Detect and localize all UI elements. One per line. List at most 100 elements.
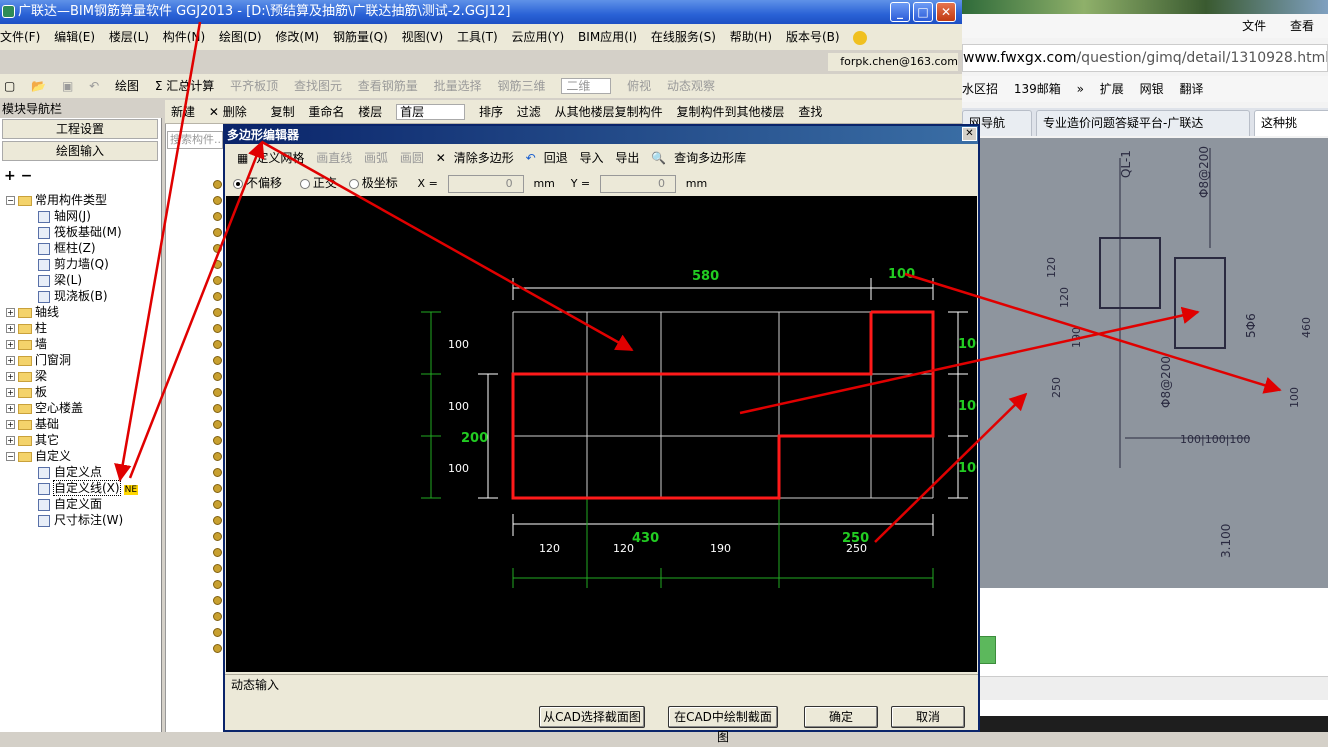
save-icon[interactable]: ▣ bbox=[62, 79, 73, 93]
rebar-3d-button[interactable]: 钢筋三维 bbox=[497, 79, 545, 93]
component-gear-icon[interactable] bbox=[213, 180, 222, 189]
select-from-cad-button[interactable]: 从CAD选择截面图 bbox=[539, 706, 645, 728]
component-gear-icon[interactable] bbox=[213, 628, 222, 637]
tree-item[interactable]: 剪力墙(Q) bbox=[38, 256, 109, 272]
menu-help[interactable]: 帮助(H) bbox=[730, 30, 772, 44]
component-gear-icon[interactable] bbox=[213, 228, 222, 237]
component-gear-icon[interactable] bbox=[213, 420, 222, 429]
expand-icon[interactable]: + bbox=[6, 308, 15, 317]
collapse-icon[interactable]: − bbox=[6, 196, 15, 205]
dynamic-view-button[interactable]: 动态观察 bbox=[667, 79, 715, 93]
tree-item[interactable]: − 自定义 bbox=[6, 448, 71, 464]
tree-item[interactable]: + 轴线 bbox=[6, 304, 59, 320]
browser-tab-2[interactable]: 专业造价问题答疑平台-广联达 bbox=[1036, 110, 1250, 136]
copy-button[interactable]: 复制 bbox=[271, 105, 295, 119]
draw-circle-button[interactable]: 画圆 bbox=[400, 151, 424, 165]
tree-item[interactable]: + 门窗洞 bbox=[6, 352, 71, 368]
component-gear-icon[interactable] bbox=[213, 324, 222, 333]
tree-item[interactable]: + 梁 bbox=[6, 368, 47, 384]
polar-radio[interactable] bbox=[348, 178, 359, 189]
expand-icon[interactable]: + bbox=[6, 340, 15, 349]
component-gear-icon[interactable] bbox=[213, 612, 222, 621]
draw-line-button[interactable]: 画直线 bbox=[316, 151, 352, 165]
view-rebar-button[interactable]: 查看钢筋量 bbox=[358, 79, 418, 93]
tree-item[interactable]: − 常用构件类型 bbox=[6, 192, 107, 208]
component-gear-icon[interactable] bbox=[213, 468, 222, 477]
tree-item[interactable]: 现浇板(B) bbox=[38, 288, 108, 304]
draw-button[interactable]: 绘图 bbox=[115, 79, 139, 93]
export-button[interactable]: 导出 bbox=[615, 151, 639, 165]
browser-menu-view[interactable]: 查看 bbox=[1290, 19, 1314, 33]
menu-draw[interactable]: 绘图(D) bbox=[219, 30, 262, 44]
menu-component[interactable]: 构件(N) bbox=[163, 30, 205, 44]
polygon-outline[interactable] bbox=[511, 310, 935, 500]
no-offset-radio[interactable] bbox=[233, 178, 243, 189]
delete-button[interactable]: ✕ 删除 bbox=[209, 105, 257, 119]
maximize-button[interactable]: □ bbox=[913, 2, 933, 22]
component-gear-icon[interactable] bbox=[213, 436, 222, 445]
drawing-input-button[interactable]: 绘图输入 bbox=[2, 141, 158, 161]
component-gear-icon[interactable] bbox=[213, 292, 222, 301]
minimize-button[interactable]: _ bbox=[890, 2, 910, 22]
rename-button[interactable]: 重命名 bbox=[308, 105, 344, 119]
dynamic-input-tab[interactable]: 动态输入 bbox=[225, 674, 978, 694]
new-file-icon[interactable]: ▢ bbox=[4, 79, 15, 93]
close-button[interactable]: ✕ bbox=[936, 2, 956, 22]
component-gear-icon[interactable] bbox=[213, 276, 222, 285]
tree-item[interactable]: + 其它 bbox=[6, 432, 59, 448]
expand-icon[interactable]: + bbox=[6, 372, 15, 381]
component-gear-icon[interactable] bbox=[213, 500, 222, 509]
project-settings-button[interactable]: 工程设置 bbox=[2, 119, 158, 139]
find-button[interactable]: 查找 bbox=[798, 105, 822, 119]
component-gear-icon[interactable] bbox=[213, 516, 222, 525]
component-gear-icon[interactable] bbox=[213, 308, 222, 317]
copy-from-floor-button[interactable]: 从其他楼层复制构件 bbox=[555, 105, 663, 119]
tree-item[interactable]: 自定义点 bbox=[38, 464, 102, 480]
import-button[interactable]: 导入 bbox=[580, 151, 604, 165]
tree-item[interactable]: + 板 bbox=[6, 384, 47, 400]
sort-button[interactable]: 排序 bbox=[479, 105, 503, 119]
component-gear-icon[interactable] bbox=[213, 340, 222, 349]
filter-button[interactable]: 过滤 bbox=[517, 105, 541, 119]
menu-rebar[interactable]: 钢筋量(Q) bbox=[333, 30, 388, 44]
open-folder-icon[interactable]: 📂 bbox=[31, 79, 46, 93]
component-gear-icon[interactable] bbox=[213, 212, 222, 221]
floor-select[interactable]: 首层 bbox=[396, 104, 466, 120]
fav-bank[interactable]: 网银 bbox=[1140, 82, 1164, 96]
component-gear-icon[interactable] bbox=[213, 452, 222, 461]
face-icon[interactable] bbox=[853, 30, 868, 45]
component-gear-icon[interactable] bbox=[213, 372, 222, 381]
tree-item[interactable]: + 柱 bbox=[6, 320, 47, 336]
component-gear-icon[interactable] bbox=[213, 548, 222, 557]
component-gear-icon[interactable] bbox=[213, 404, 222, 413]
menu-view[interactable]: 视图(V) bbox=[402, 30, 444, 44]
tree-item[interactable]: 框柱(Z) bbox=[38, 240, 96, 256]
component-gear-icon[interactable] bbox=[213, 580, 222, 589]
component-gear-icon[interactable] bbox=[213, 644, 222, 653]
tree-item[interactable]: + 空心楼盖 bbox=[6, 400, 83, 416]
tree-item[interactable]: 轴网(J) bbox=[38, 208, 91, 224]
expand-collapse-icon[interactable]: + − bbox=[4, 168, 32, 184]
browser-tab-3[interactable]: 这种挑 bbox=[1254, 110, 1328, 136]
component-gear-icon[interactable] bbox=[213, 244, 222, 253]
tree-item[interactable]: 自定义面 bbox=[38, 496, 102, 512]
draw-arc-button[interactable]: 画弧 bbox=[364, 151, 388, 165]
cancel-button[interactable]: 取消 bbox=[891, 706, 965, 728]
menu-modify[interactable]: 修改(M) bbox=[275, 30, 319, 44]
expand-icon[interactable]: + bbox=[6, 420, 15, 429]
collapse-icon[interactable]: − bbox=[6, 452, 15, 461]
align-slab-button[interactable]: 平齐板顶 bbox=[230, 79, 278, 93]
fav-more[interactable]: » bbox=[1077, 82, 1084, 96]
component-gear-icon[interactable] bbox=[213, 196, 222, 205]
component-gear-icon[interactable] bbox=[213, 388, 222, 397]
browser-menu-file[interactable]: 文件 bbox=[1242, 19, 1266, 33]
top-view-button[interactable]: 俯视 bbox=[627, 79, 651, 93]
menu-tools[interactable]: 工具(T) bbox=[457, 30, 498, 44]
clear-polygon-button[interactable]: 清除多边形 bbox=[454, 151, 514, 165]
fav-item-2[interactable]: 139邮箱 bbox=[1014, 82, 1061, 96]
menu-file[interactable]: 文件(F) bbox=[0, 30, 40, 44]
new-component-button[interactable]: 新建 bbox=[171, 105, 195, 119]
expand-icon[interactable]: + bbox=[6, 404, 15, 413]
menu-edit[interactable]: 编辑(E) bbox=[54, 30, 95, 44]
url-bar[interactable]: www.fwxgx.com/question/gimq/detail/13109… bbox=[962, 44, 1328, 72]
